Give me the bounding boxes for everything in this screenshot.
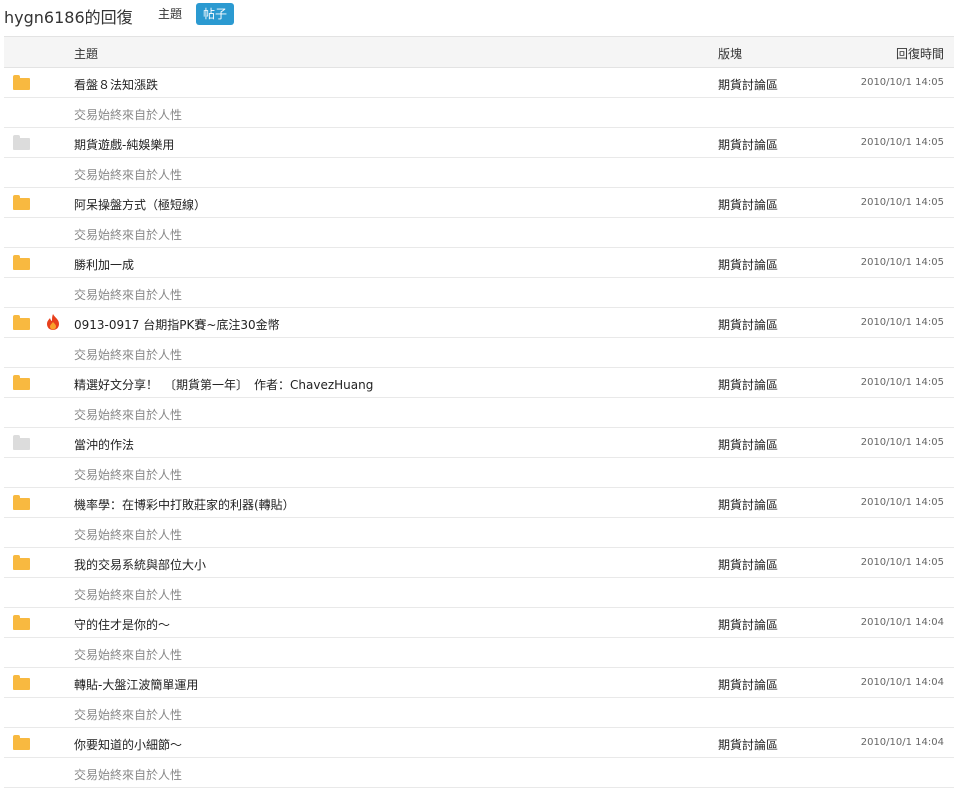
reply-time: 2010/10/1 14:05 xyxy=(860,377,944,388)
forum-link[interactable]: 期貨討論區 xyxy=(718,136,778,153)
page-header: hygn6186的回復 主題 帖子 xyxy=(0,0,961,36)
reply-time: 2010/10/1 14:05 xyxy=(860,137,944,148)
folder-orange-icon xyxy=(13,75,30,90)
forum-link[interactable]: 期貨討論區 xyxy=(718,556,778,573)
reply-time: 2010/10/1 14:04 xyxy=(860,677,944,688)
reply-excerpt-row: 交易始終來自於人性 xyxy=(4,278,954,308)
reply-excerpt-row: 交易始終來自於人性 xyxy=(4,98,954,128)
reply-time: 2010/10/1 14:05 xyxy=(860,317,944,328)
table-row[interactable]: 我的交易系統與部位大小 期貨討論區 2010/10/1 14:05 xyxy=(4,548,954,578)
reply-excerpt-row: 交易始終來自於人性 xyxy=(4,458,954,488)
thread-title-link[interactable]: 精選好文分享！ 〔期貨第一年〕 作者：ChavezHuang xyxy=(74,376,373,393)
reply-excerpt[interactable]: 交易始終來自於人性 xyxy=(74,166,182,183)
table-header: 主題 版塊 回復時間 xyxy=(4,36,954,68)
reply-time: 2010/10/1 14:05 xyxy=(860,497,944,508)
reply-excerpt[interactable]: 交易始終來自於人性 xyxy=(74,286,182,303)
page-title: hygn6186的回復 xyxy=(4,8,133,27)
forum-link[interactable]: 期貨討論區 xyxy=(718,736,778,753)
reply-excerpt[interactable]: 交易始終來自於人性 xyxy=(74,346,182,363)
forum-link[interactable]: 期貨討論區 xyxy=(718,76,778,93)
forum-link[interactable]: 期貨討論區 xyxy=(718,436,778,453)
reply-excerpt-row: 交易始終來自於人性 xyxy=(4,518,954,548)
thread-title-link[interactable]: 轉貼-大盤江波簡單運用 xyxy=(74,676,198,693)
folder-orange-icon xyxy=(13,675,30,690)
table-row[interactable]: 看盤８法知漲跌 期貨討論區 2010/10/1 14:05 xyxy=(4,68,954,98)
folder-orange-icon xyxy=(13,495,30,510)
reply-excerpt[interactable]: 交易始終來自於人性 xyxy=(74,646,182,663)
forum-link[interactable]: 期貨討論區 xyxy=(718,676,778,693)
column-header-forum: 版塊 xyxy=(718,47,743,61)
reply-table: 主題 版塊 回復時間 看盤８法知漲跌 期貨討論區 2010/10/1 14:05 交易… xyxy=(4,36,954,788)
forum-link[interactable]: 期貨討論區 xyxy=(718,616,778,633)
thread-title-link[interactable]: 0913-0917 台期指PK賽~底注30金幣 xyxy=(74,316,280,333)
thread-title-link[interactable]: 勝利加一成 xyxy=(74,256,134,273)
reply-excerpt-row: 交易始終來自於人性 xyxy=(4,338,954,368)
reply-excerpt[interactable]: 交易始終來自於人性 xyxy=(74,406,182,423)
folder-gray-icon xyxy=(13,135,30,150)
hot-fire-icon xyxy=(46,314,60,330)
thread-title-link[interactable]: 看盤８法知漲跌 xyxy=(74,76,158,93)
folder-orange-icon xyxy=(13,375,30,390)
reply-excerpt[interactable]: 交易始終來自於人性 xyxy=(74,106,182,123)
reply-time: 2010/10/1 14:04 xyxy=(860,617,944,628)
reply-excerpt-row: 交易始終來自於人性 xyxy=(4,218,954,248)
folder-orange-icon xyxy=(13,255,30,270)
table-row[interactable]: 你要知道的小細節～ 期貨討論區 2010/10/1 14:04 xyxy=(4,728,954,758)
column-header-subject: 主題 xyxy=(74,47,99,61)
folder-orange-icon xyxy=(13,735,30,750)
tab-posts[interactable]: 帖子 xyxy=(196,3,235,25)
thread-title-link[interactable]: 守的住才是你的～ xyxy=(74,616,170,633)
reply-time: 2010/10/1 14:04 xyxy=(860,737,944,748)
table-row[interactable]: 守的住才是你的～ 期貨討論區 2010/10/1 14:04 xyxy=(4,608,954,638)
reply-excerpt[interactable]: 交易始終來自於人性 xyxy=(74,526,182,543)
tab-threads[interactable]: 主題 xyxy=(151,3,189,25)
reply-time: 2010/10/1 14:05 xyxy=(860,77,944,88)
table-row[interactable]: 期貨遊戲-純娛樂用 期貨討論區 2010/10/1 14:05 xyxy=(4,128,954,158)
forum-link[interactable]: 期貨討論區 xyxy=(718,316,778,333)
table-row[interactable]: 精選好文分享！ 〔期貨第一年〕 作者：ChavezHuang 期貨討論區 2010/… xyxy=(4,368,954,398)
reply-excerpt-row: 交易始終來自於人性 xyxy=(4,638,954,668)
folder-orange-icon xyxy=(13,195,30,210)
reply-excerpt[interactable]: 交易始終來自於人性 xyxy=(74,586,182,603)
forum-link[interactable]: 期貨討論區 xyxy=(718,256,778,273)
folder-orange-icon xyxy=(13,315,30,330)
thread-title-link[interactable]: 機率學：在博彩中打敗莊家的利器(轉貼） xyxy=(74,496,295,513)
table-row[interactable]: 勝利加一成 期貨討論區 2010/10/1 14:05 xyxy=(4,248,954,278)
reply-excerpt-row: 交易始終來自於人性 xyxy=(4,758,954,788)
folder-orange-icon xyxy=(13,555,30,570)
forum-link[interactable]: 期貨討論區 xyxy=(718,196,778,213)
folder-gray-icon xyxy=(13,435,30,450)
reply-excerpt-row: 交易始終來自於人性 xyxy=(4,698,954,728)
reply-excerpt[interactable]: 交易始終來自於人性 xyxy=(74,226,182,243)
reply-excerpt-row: 交易始終來自於人性 xyxy=(4,398,954,428)
table-row[interactable]: 機率學：在博彩中打敗莊家的利器(轉貼） 期貨討論區 2010/10/1 14:05 xyxy=(4,488,954,518)
reply-excerpt[interactable]: 交易始終來自於人性 xyxy=(74,766,182,783)
table-row[interactable]: 轉貼-大盤江波簡單運用 期貨討論區 2010/10/1 14:04 xyxy=(4,668,954,698)
reply-time: 2010/10/1 14:05 xyxy=(860,437,944,448)
reply-excerpt[interactable]: 交易始終來自於人性 xyxy=(74,466,182,483)
table-row[interactable]: 阿呆操盤方式（極短線） 期貨討論區 2010/10/1 14:05 xyxy=(4,188,954,218)
thread-title-link[interactable]: 當沖的作法 xyxy=(74,436,134,453)
forum-link[interactable]: 期貨討論區 xyxy=(718,496,778,513)
table-body: 看盤８法知漲跌 期貨討論區 2010/10/1 14:05 交易始終來自於人性 期貨遊戲… xyxy=(4,68,954,788)
reply-time: 2010/10/1 14:05 xyxy=(860,197,944,208)
folder-orange-icon xyxy=(13,615,30,630)
reply-excerpt[interactable]: 交易始終來自於人性 xyxy=(74,706,182,723)
thread-title-link[interactable]: 我的交易系統與部位大小 xyxy=(74,556,206,573)
thread-title-link[interactable]: 期貨遊戲-純娛樂用 xyxy=(74,136,174,153)
reply-excerpt-row: 交易始終來自於人性 xyxy=(4,578,954,608)
reply-time: 2010/10/1 14:05 xyxy=(860,257,944,268)
reply-time: 2010/10/1 14:05 xyxy=(860,557,944,568)
forum-link[interactable]: 期貨討論區 xyxy=(718,376,778,393)
thread-title-link[interactable]: 你要知道的小細節～ xyxy=(74,736,182,753)
reply-excerpt-row: 交易始終來自於人性 xyxy=(4,158,954,188)
table-row[interactable]: 0913-0917 台期指PK賽~底注30金幣 期貨討論區 2010/10/1 14… xyxy=(4,308,954,338)
thread-title-link[interactable]: 阿呆操盤方式（極短線） xyxy=(74,196,206,213)
column-header-time: 回復時間 xyxy=(895,47,944,61)
table-row[interactable]: 當沖的作法 期貨討論區 2010/10/1 14:05 xyxy=(4,428,954,458)
